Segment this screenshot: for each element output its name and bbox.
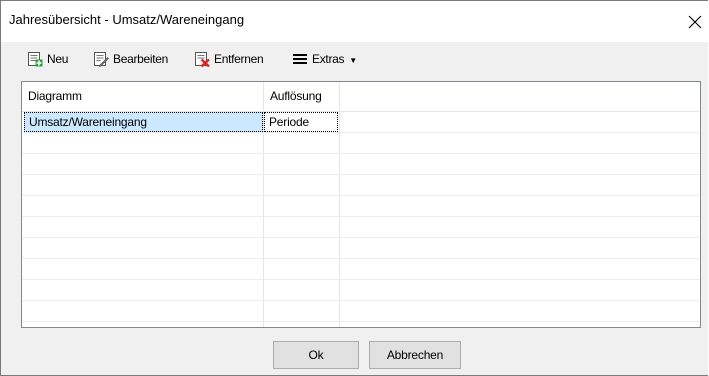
new-button[interactable]: Neu bbox=[27, 49, 68, 69]
close-icon bbox=[688, 15, 702, 28]
edit-label: Bearbeiten bbox=[113, 52, 169, 66]
extras-label: Extras bbox=[312, 52, 345, 66]
delete-document-icon bbox=[195, 52, 210, 67]
empty-row bbox=[22, 133, 700, 154]
window-title: Jahresübersicht - Umsatz/Wareneingang bbox=[9, 12, 245, 27]
new-label: Neu bbox=[47, 52, 69, 66]
title-bar: Jahresübersicht - Umsatz/Wareneingang bbox=[1, 1, 708, 42]
ok-button[interactable]: Ok bbox=[273, 341, 359, 369]
empty-row bbox=[22, 259, 700, 280]
edit-document-icon bbox=[94, 52, 109, 67]
empty-row bbox=[22, 154, 700, 175]
dialog-window: Jahresübersicht - Umsatz/Wareneingang Ne… bbox=[0, 0, 708, 376]
empty-row bbox=[22, 217, 700, 238]
chevron-down-icon: ▼ bbox=[349, 55, 358, 65]
cell-aufloesung: Periode bbox=[264, 112, 338, 132]
empty-row bbox=[22, 280, 700, 301]
new-document-icon bbox=[28, 52, 43, 67]
column-header-diagramm[interactable]: Diagramm bbox=[22, 82, 263, 111]
column-header-aufloesung[interactable]: Auflösung bbox=[264, 82, 339, 111]
close-button[interactable] bbox=[662, 1, 708, 42]
toolbar: Neu Bearbeiten Entfernen Extras ▼ bbox=[1, 42, 708, 74]
grid-header: Diagramm Auflösung bbox=[22, 82, 700, 112]
menu-lines-icon bbox=[293, 54, 307, 64]
table-row[interactable]: Umsatz/Wareneingang Periode bbox=[22, 112, 700, 133]
cancel-button[interactable]: Abbrechen bbox=[369, 341, 461, 369]
empty-row bbox=[22, 301, 700, 322]
empty-row bbox=[22, 175, 700, 196]
edit-button[interactable]: Bearbeiten bbox=[93, 49, 168, 69]
delete-button[interactable]: Entfernen bbox=[194, 49, 264, 69]
cell-diagramm: Umsatz/Wareneingang bbox=[24, 112, 263, 132]
diagram-grid[interactable]: Diagramm Auflösung Umsatz/Wareneingang P… bbox=[21, 81, 701, 328]
empty-row bbox=[22, 238, 700, 259]
delete-label: Entfernen bbox=[214, 52, 264, 66]
empty-row bbox=[22, 196, 700, 217]
extras-menu-button[interactable]: Extras ▼ bbox=[292, 49, 357, 69]
